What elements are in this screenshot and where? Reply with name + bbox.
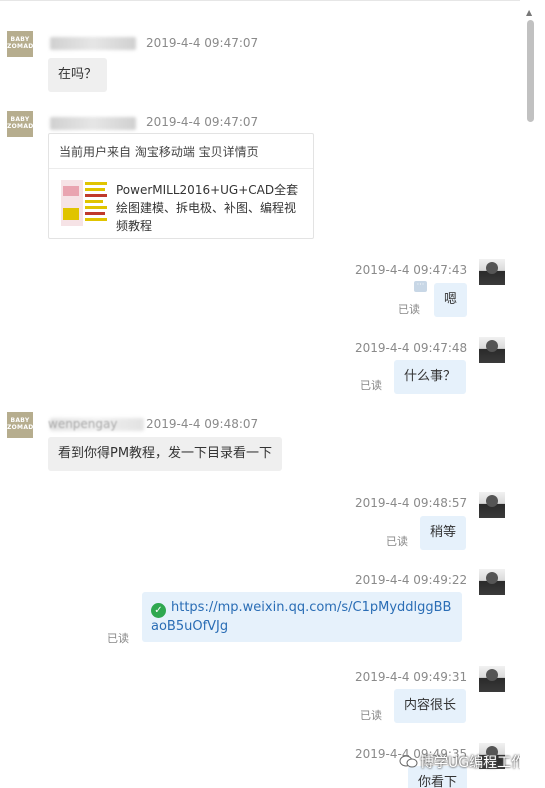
avatar-text: BABY ZOMADE (7, 36, 33, 50)
message-bubble: 在吗？ (48, 58, 108, 92)
avatar-text: BABY ZOMADE (7, 116, 33, 130)
message-timestamp: 2019-4-4 09:49:22 (355, 573, 468, 587)
avatar-text: BABY ZOMADE (7, 417, 33, 431)
read-status: 已读 (386, 535, 408, 548)
user-avatar[interactable] (479, 569, 505, 595)
link-message-bubble: ✓ https://mp.weixin.qq.com/s/C1pMyddlggBB… (142, 592, 462, 642)
chat-history[interactable]: BABY ZOMADE 2019-4-4 09:47:07 在吗？ BABY Z… (0, 0, 520, 788)
message-link[interactable]: https://mp.weixin.qq.com/s/C1pMyddlggBBa… (151, 600, 451, 634)
user-avatar[interactable] (479, 259, 505, 285)
message-bubble: 内容很长 (394, 689, 467, 723)
message-bubble: 稍等 (420, 516, 467, 550)
card-source-text: 当前用户来自 淘宝移动端 宝贝详情页 (59, 145, 259, 159)
shop-avatar[interactable]: BABY ZOMADE (7, 111, 33, 137)
message-bubble: 嗯 (434, 283, 468, 317)
message-bubble: 看到你得PM教程，发一下目录看一下 (48, 437, 283, 471)
message-timestamp: 2019-4-4 09:49:31 (355, 670, 468, 684)
product-title[interactable]: PowerMILL2016+UG+CAD全套绘图建模、拆电极、补图、编程视频教程 (116, 181, 306, 235)
shop-avatar[interactable]: BABY ZOMADE (7, 412, 33, 438)
read-status: 已读 (398, 303, 420, 316)
read-status: 已读 (107, 632, 129, 645)
read-status: 已读 (360, 379, 382, 392)
message-timestamp: 2019-4-4 09:48:07 (146, 417, 259, 431)
sender-name-blurred (50, 117, 136, 130)
message-timestamp: 2019-4-4 09:48:57 (355, 496, 468, 510)
message-timestamp: 2019-4-4 09:47:07 (146, 36, 259, 50)
typing-indicator-icon: ··· (414, 281, 427, 292)
sender-name-blurred (50, 37, 136, 50)
user-avatar[interactable] (479, 666, 505, 692)
message-timestamp: 2019-4-4 09:47:43 (355, 263, 468, 277)
check-circle-icon: ✓ (151, 603, 166, 618)
scroll-thumb[interactable] (527, 20, 534, 122)
user-avatar[interactable] (479, 337, 505, 363)
message-timestamp: 2019-4-4 09:47:07 (146, 115, 259, 129)
wechat-icon (399, 755, 418, 768)
sender-name: wenpengay (48, 417, 118, 431)
product-thumbnail[interactable] (61, 180, 109, 226)
shop-avatar[interactable]: BABY ZOMADE (7, 31, 33, 57)
user-avatar[interactable] (479, 492, 505, 518)
message-timestamp: 2019-4-4 09:47:48 (355, 341, 468, 355)
card-divider (49, 168, 313, 169)
read-status: 已读 (360, 709, 382, 722)
product-card[interactable]: 当前用户来自 淘宝移动端 宝贝详情页 PowerMILL2016+UG+CAD全… (48, 133, 314, 239)
scrollbar[interactable]: ▲ (520, 0, 545, 788)
message-bubble: 什么事？ (394, 360, 467, 394)
scroll-up-arrow-icon[interactable]: ▲ (526, 8, 532, 17)
scroll-track[interactable] (527, 20, 537, 788)
